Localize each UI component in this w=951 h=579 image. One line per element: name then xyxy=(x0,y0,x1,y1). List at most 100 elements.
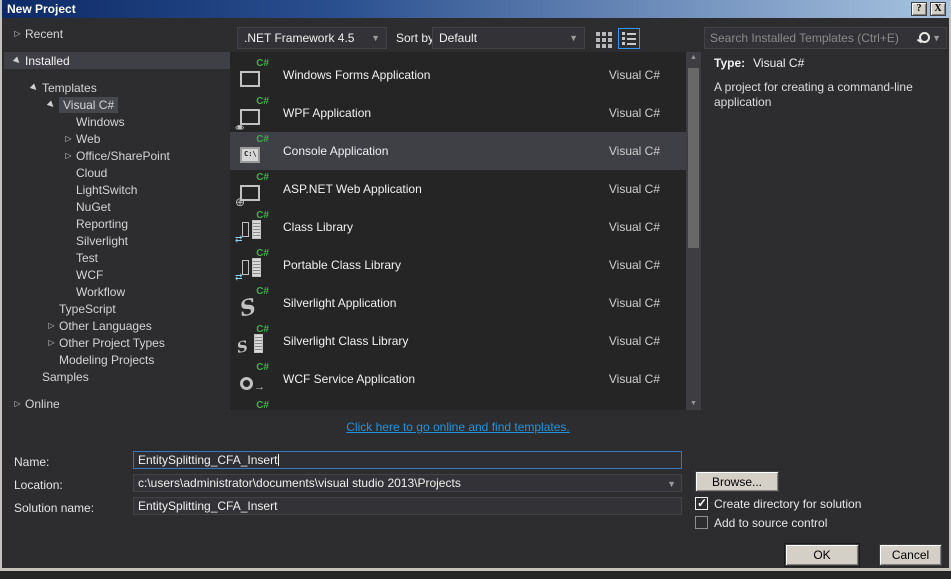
tree-item-typescript[interactable]: TypeScript xyxy=(4,300,230,317)
chevron-down-icon: ▼ xyxy=(371,33,380,43)
scroll-up-icon[interactable]: ▲ xyxy=(686,52,701,64)
tree-item-label: NuGet xyxy=(76,199,111,214)
type-label: Type: xyxy=(714,56,746,70)
tree-item-recent[interactable]: ▷ Recent xyxy=(4,25,230,42)
aspnet-icon: ⊕ C# xyxy=(235,172,269,209)
template-item-silverlight-class-library[interactable]: S C# Silverlight Class Library Visual C# xyxy=(230,322,686,360)
tree-item-reporting[interactable]: Reporting xyxy=(4,215,230,232)
chevron-down-icon[interactable]: ▼ xyxy=(932,33,941,43)
tree-item-web[interactable]: ▷ Web xyxy=(4,130,230,147)
expanded-arrow-icon[interactable]: ▶ xyxy=(9,52,26,69)
help-button[interactable]: ? xyxy=(911,2,927,16)
create-directory-checkbox[interactable] xyxy=(695,496,708,510)
dialog-title: New Project xyxy=(7,2,76,16)
tree-item-nuget[interactable]: NuGet xyxy=(4,198,230,215)
template-item-console-application[interactable]: C:\ C# Console Application Visual C# xyxy=(230,132,686,170)
template-item-partial[interactable]: C# xyxy=(230,398,686,410)
template-language: Visual C# xyxy=(608,182,660,196)
tree-item-label: Installed xyxy=(25,53,70,68)
csharp-badge: C# xyxy=(256,172,269,183)
scrollbar[interactable]: ▲ ▼ xyxy=(686,52,701,410)
tree-item-label: Recent xyxy=(25,26,64,41)
tree-item-windows[interactable]: Windows xyxy=(4,113,230,130)
wcf-service-icon: → C# xyxy=(237,362,269,394)
template-description: A project for creating a command-line ap… xyxy=(714,80,913,109)
framework-dropdown[interactable]: .NET Framework 4.5 ▼ xyxy=(237,27,387,49)
tree-item-samples[interactable]: Samples xyxy=(4,368,230,385)
tree-item-label: Reporting xyxy=(76,216,129,231)
template-language: Visual C# xyxy=(608,106,660,120)
template-language: Visual C# xyxy=(608,258,660,272)
tree-item-label: Workflow xyxy=(76,284,126,299)
search-input[interactable] xyxy=(710,31,915,45)
tree-item-installed[interactable]: ▶ Installed xyxy=(4,52,230,69)
template-item-wcf-service-application[interactable]: → C# WCF Service Application Visual C# xyxy=(230,360,686,398)
expanded-arrow-icon[interactable]: ▶ xyxy=(26,79,43,96)
tree-item-office-sharepoint[interactable]: ▷ Office/SharePoint xyxy=(4,147,230,164)
tree-item-visual-c[interactable]: ▶ Visual C# xyxy=(4,96,230,113)
wpf-icon: ‹■› C# xyxy=(235,96,269,132)
tree-item-other-languages[interactable]: ▷ Other Languages xyxy=(4,317,230,334)
small-icons-view-button[interactable] xyxy=(596,32,612,48)
tree-item-label: Online xyxy=(25,396,60,411)
search-box: ▼ xyxy=(704,27,947,49)
scrollbar-thumb[interactable] xyxy=(688,68,699,248)
template-name: Class Library xyxy=(283,220,354,234)
template-item-portable-class-library[interactable]: ⇄ C# Portable Class Library Visual C# xyxy=(230,246,686,284)
tree-item-label: Silverlight xyxy=(76,233,129,248)
tree-item-templates[interactable]: ▶ Templates xyxy=(4,79,230,96)
template-list: C# Windows Forms Application Visual C# ‹■› C… xyxy=(230,52,686,410)
tree-item-lightswitch[interactable]: LightSwitch xyxy=(4,181,230,198)
tree-item-cloud[interactable]: Cloud xyxy=(4,164,230,181)
location-dropdown[interactable]: c:\users\administrator\documents\visual … xyxy=(133,474,682,492)
list-view-button[interactable] xyxy=(618,28,640,49)
class-library-icon: ⇄ C# xyxy=(235,210,269,244)
template-item-windows-forms-application[interactable]: C# Windows Forms Application Visual C# xyxy=(230,56,686,94)
tree-item-modeling-projects[interactable]: Modeling Projects xyxy=(4,351,230,368)
collapsed-arrow-icon[interactable]: ▷ xyxy=(44,338,59,347)
location-value: c:\users\administrator\documents\visual … xyxy=(138,476,461,490)
close-button[interactable]: X xyxy=(930,2,946,16)
template-language: Visual C# xyxy=(608,220,660,234)
cancel-button[interactable]: Cancel xyxy=(879,544,942,566)
collapsed-arrow-icon[interactable]: ▷ xyxy=(44,321,59,330)
expanded-arrow-icon[interactable]: ▶ xyxy=(43,96,60,113)
console-icon: C:\ C# xyxy=(237,134,269,166)
csharp-badge: C# xyxy=(256,134,269,145)
tree-item-wcf[interactable]: WCF xyxy=(4,266,230,283)
tree-item-silverlight[interactable]: Silverlight xyxy=(4,232,230,249)
tree-item-label: Other Languages xyxy=(59,318,152,333)
ok-button[interactable]: OK xyxy=(784,543,860,567)
sort-dropdown[interactable]: Default ▼ xyxy=(432,27,585,49)
template-language: Visual C# xyxy=(608,68,660,82)
template-name: Portable Class Library xyxy=(283,258,402,272)
collapsed-arrow-icon[interactable]: ▷ xyxy=(61,151,76,160)
search-icon[interactable] xyxy=(916,31,931,45)
collapsed-arrow-icon[interactable]: ▷ xyxy=(10,29,25,38)
solution-name-input[interactable]: EntitySplitting_CFA_Insert xyxy=(133,497,682,515)
tree-item-label: Templates xyxy=(42,80,97,95)
csharp-badge: C# xyxy=(256,210,269,221)
tree-item-label: WCF xyxy=(76,267,104,282)
tree-item-test[interactable]: Test xyxy=(4,249,230,266)
title-bar[interactable]: New Project ? X xyxy=(2,0,949,18)
tree-item-workflow[interactable]: Workflow xyxy=(4,283,230,300)
tree-item-other-project-types[interactable]: ▷ Other Project Types xyxy=(4,334,230,351)
template-name: ASP.NET Web Application xyxy=(283,182,422,196)
csharp-badge: C# xyxy=(256,362,269,373)
template-item-class-library[interactable]: ⇄ C# Class Library Visual C# xyxy=(230,208,686,246)
tree-item-online[interactable]: ▷ Online xyxy=(4,395,230,412)
sort-value: Default xyxy=(439,31,478,45)
name-input[interactable]: EntitySplitting_CFA_Insert xyxy=(133,451,682,469)
collapsed-arrow-icon[interactable]: ▷ xyxy=(61,134,76,143)
template-tree: ▷ Recent ▶ Installed ▶ Templates ▶ Visual C# Win… xyxy=(4,25,230,412)
collapsed-arrow-icon[interactable]: ▷ xyxy=(10,399,25,408)
go-online-link[interactable]: Click here to go online and find templat… xyxy=(230,420,686,434)
scroll-down-icon[interactable]: ▼ xyxy=(686,398,701,410)
template-item-asp-net-web-application[interactable]: ⊕ C# ASP.NET Web Application Visual C# xyxy=(230,170,686,209)
template-item-wpf-application[interactable]: ‹■› C# WPF Application Visual C# xyxy=(230,94,686,132)
template-item-silverlight-application[interactable]: S C# Silverlight Application Visual C# xyxy=(230,284,686,322)
source-control-checkbox[interactable] xyxy=(695,516,708,529)
csharp-badge: C# xyxy=(256,96,269,107)
browse-button[interactable]: Browse... xyxy=(695,471,779,492)
